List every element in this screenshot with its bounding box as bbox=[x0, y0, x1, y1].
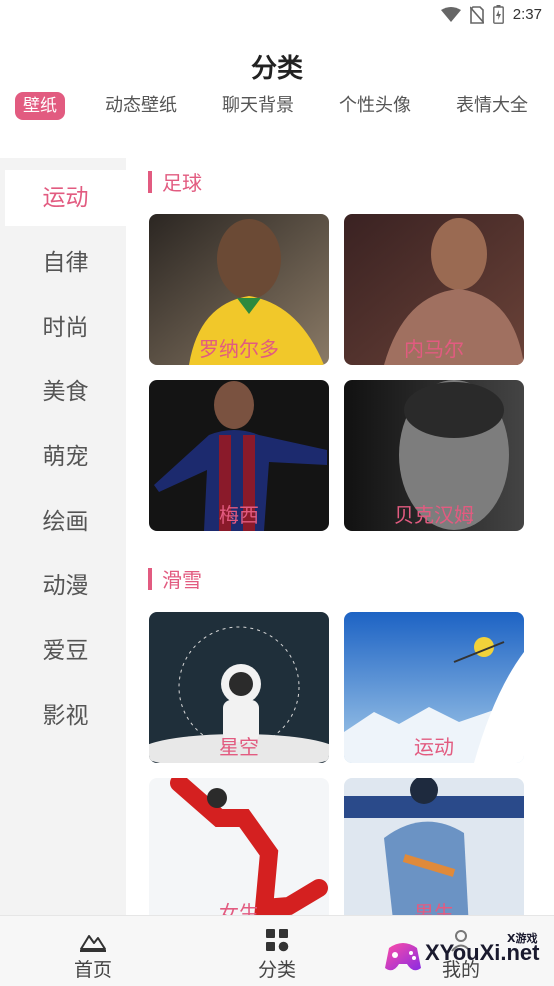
watermark: XYouXi.net X游戏 bbox=[383, 930, 548, 980]
wallpaper-card[interactable]: 运动 bbox=[344, 612, 524, 763]
status-time: 2:37 bbox=[512, 6, 542, 23]
wallpaper-card[interactable]: 罗纳尔多 bbox=[149, 214, 329, 365]
sidebar-item-painting[interactable]: 绘画 bbox=[5, 494, 126, 550]
tab-avatar[interactable]: 个性头像 bbox=[339, 92, 411, 120]
battery-icon bbox=[492, 5, 504, 24]
wallpaper-card[interactable]: 女生 bbox=[149, 778, 329, 915]
section-header: 足球 bbox=[148, 167, 202, 196]
nav-label: 首页 bbox=[73, 959, 112, 981]
section-title: 足球 bbox=[162, 171, 202, 195]
sidebar-item-idols[interactable]: 爱豆 bbox=[5, 623, 126, 679]
nav-home[interactable]: 首页 bbox=[43, 928, 143, 982]
grid-icon bbox=[266, 929, 289, 952]
section-title: 滑雪 bbox=[162, 568, 202, 592]
tab-wallpaper[interactable]: 壁纸 bbox=[15, 92, 65, 120]
male-skier-photo bbox=[344, 778, 524, 915]
tab-live-wallpaper[interactable]: 动态壁纸 bbox=[105, 92, 177, 120]
sidebar-item-sports[interactable]: 运动 bbox=[5, 170, 126, 226]
mountain-icon bbox=[80, 935, 106, 952]
sidebar-item-fashion[interactable]: 时尚 bbox=[5, 300, 126, 356]
status-bar: 2:37 bbox=[0, 0, 554, 30]
sidebar-item-food[interactable]: 美食 bbox=[5, 364, 126, 420]
card-label: 女生 bbox=[219, 901, 259, 915]
category-sidebar: 运动 自律 时尚 美食 萌宠 绘画 动漫 爱豆 影视 bbox=[0, 158, 126, 915]
gamepad-logo-icon bbox=[385, 943, 421, 971]
wifi-icon bbox=[440, 6, 461, 22]
card-label: 梅西 bbox=[219, 503, 259, 527]
wallpaper-card[interactable]: 男生 bbox=[344, 778, 524, 915]
watermark-tag: X游戏 bbox=[507, 932, 538, 945]
sidebar-item-self-discipline[interactable]: 自律 bbox=[5, 235, 126, 291]
top-tab-bar: 壁纸 动态壁纸 聊天背景 个性头像 表情大全 bbox=[0, 92, 554, 122]
female-skier-photo bbox=[149, 778, 329, 915]
nav-category[interactable]: 分类 bbox=[227, 928, 327, 982]
card-label: 贝克汉姆 bbox=[394, 503, 474, 527]
tab-emoji[interactable]: 表情大全 bbox=[456, 92, 528, 120]
sidebar-item-anime[interactable]: 动漫 bbox=[5, 558, 126, 614]
card-label: 星空 bbox=[219, 735, 259, 759]
sidebar-item-pets[interactable]: 萌宠 bbox=[5, 429, 126, 485]
nav-label: 分类 bbox=[257, 959, 296, 981]
section-marker bbox=[148, 567, 152, 590]
sidebar-item-film[interactable]: 影视 bbox=[5, 688, 126, 744]
wallpaper-content: 足球 罗纳尔多 内马尔 梅西 贝克汉姆 滑雪 星空 运动 女生 男生 bbox=[126, 158, 554, 915]
card-label: 男生 bbox=[414, 901, 454, 915]
card-label: 罗纳尔多 bbox=[199, 337, 279, 361]
wallpaper-card[interactable]: 贝克汉姆 bbox=[344, 380, 524, 531]
wallpaper-card[interactable]: 梅西 bbox=[149, 380, 329, 531]
no-sim-icon bbox=[469, 5, 484, 24]
card-label: 内马尔 bbox=[404, 337, 464, 361]
wallpaper-card[interactable]: 星空 bbox=[149, 612, 329, 763]
section-marker bbox=[148, 170, 152, 193]
card-label: 运动 bbox=[414, 735, 454, 759]
section-header: 滑雪 bbox=[148, 564, 202, 593]
page-title: 分类 bbox=[250, 54, 303, 84]
tab-chat-background[interactable]: 聊天背景 bbox=[222, 92, 294, 120]
wallpaper-card[interactable]: 内马尔 bbox=[344, 214, 524, 365]
